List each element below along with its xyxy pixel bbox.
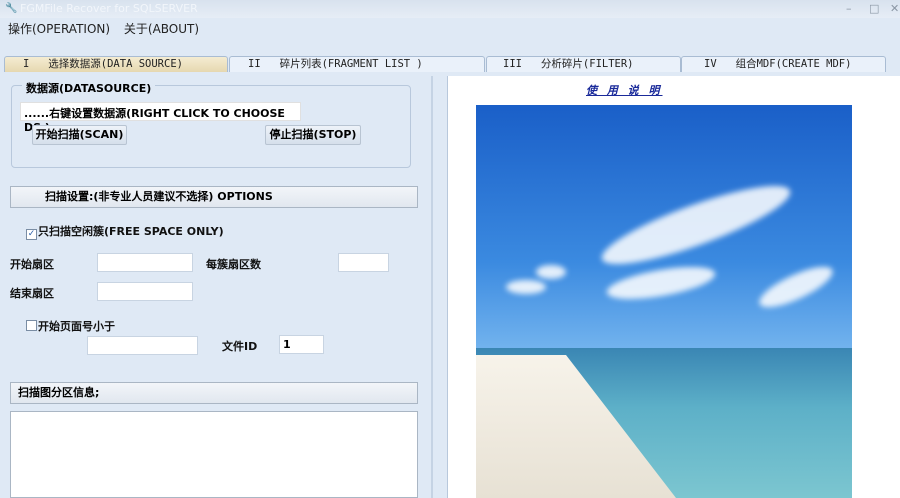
checkbox-unchecked-icon xyxy=(26,320,37,331)
tab-create-mdf[interactable]: IV 组合MDF(CREATE MDF) xyxy=(681,56,886,72)
sectors-per-cluster-input[interactable] xyxy=(338,253,389,272)
checkbox-checked-icon: ✓ xyxy=(26,229,37,240)
page-less-than-label: 开始页面号小于 xyxy=(38,320,115,333)
free-space-checkbox[interactable]: ✓ 只扫描空闲簇(FREE SPACE ONLY) xyxy=(26,223,224,240)
page-less-than-checkbox[interactable]: 开始页面号小于 xyxy=(26,318,115,334)
tab-data-source[interactable]: I 选择数据源(DATA SOURCE) xyxy=(4,56,228,72)
end-sector-label: 结束扇区 xyxy=(10,287,54,300)
menu-operation[interactable]: 操作(OPERATION) xyxy=(8,22,110,36)
free-space-label: 只扫描空闲簇(FREE SPACE ONLY) xyxy=(38,225,224,238)
start-sector-label: 开始扇区 xyxy=(10,258,54,271)
scan-button[interactable]: 开始扫描(SCAN) xyxy=(32,125,127,145)
close-button[interactable]: ✕ xyxy=(890,2,899,15)
datasource-field[interactable]: ......右键设置数据源(RIGHT CLICK TO CHOOSE DS ) xyxy=(20,102,301,134)
file-id-input[interactable]: 1 xyxy=(279,335,324,354)
tab-filter[interactable]: III 分析碎片(FILTER) xyxy=(486,56,681,72)
menu-about[interactable]: 关于(ABOUT) xyxy=(124,22,199,36)
app-wrench-icon: 🔧 xyxy=(5,3,18,14)
maximize-button[interactable]: □ xyxy=(869,2,879,15)
beach-image xyxy=(476,105,852,498)
title-bar: 🔧 FGMFile Recover for SQLSERVER – □ ✕ xyxy=(0,0,900,18)
sectors-per-cluster-label: 每簇扇区数 xyxy=(206,258,261,271)
page-less-than-input[interactable] xyxy=(87,336,198,355)
tab-fragment-list[interactable]: II 碎片列表(FRAGMENT LIST ) xyxy=(229,56,485,72)
options-header[interactable]: 扫描设置:(非专业人员建议不选择) OPTIONS xyxy=(10,186,418,208)
minimize-button[interactable]: – xyxy=(846,2,852,15)
partition-info-area[interactable] xyxy=(10,411,418,498)
tab-bar: I 选择数据源(DATA SOURCE) II 碎片列表(FRAGMENT LI… xyxy=(4,56,886,72)
window-title: FGMFile Recover for SQLSERVER xyxy=(20,2,198,15)
stop-button[interactable]: 停止扫描(STOP) xyxy=(265,125,361,145)
datasource-legend: 数据源(DATASOURCE) xyxy=(22,80,156,96)
partition-header[interactable]: 扫描图分区信息; xyxy=(10,382,418,404)
end-sector-input[interactable] xyxy=(97,282,193,301)
help-link[interactable]: 使 用 说 明 xyxy=(586,82,663,98)
start-sector-input[interactable] xyxy=(97,253,193,272)
file-id-label: 文件ID xyxy=(222,340,258,353)
menu-bar: 操作(OPERATION) 关于(ABOUT) xyxy=(8,20,209,37)
splitter[interactable] xyxy=(431,76,433,498)
